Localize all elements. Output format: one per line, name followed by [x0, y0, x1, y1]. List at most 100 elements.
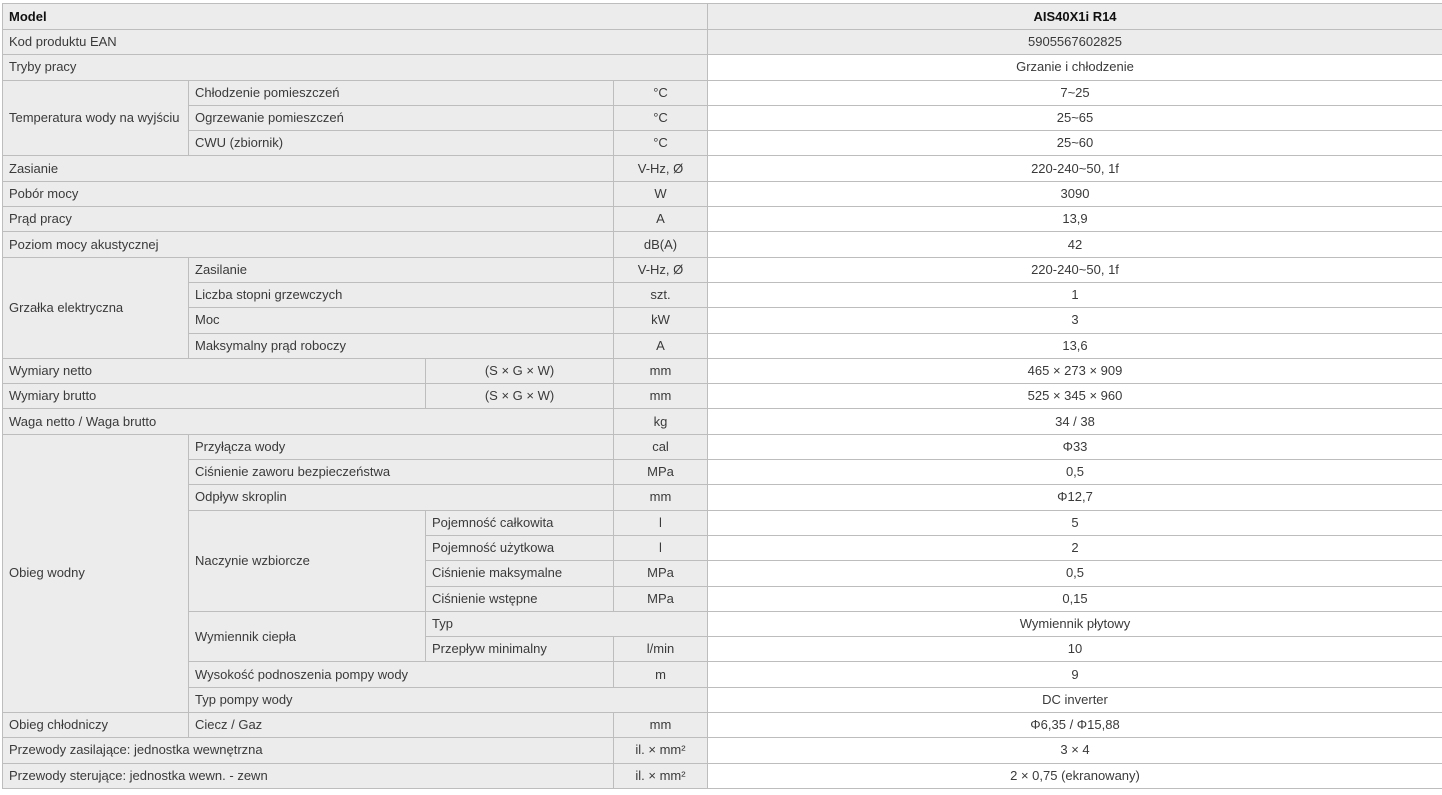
unit-cell: il. × mm²	[613, 737, 708, 764]
row-value: Φ12,7	[707, 484, 1442, 511]
row-label: Odpływ skroplin	[188, 484, 614, 511]
unit-cell: W	[613, 180, 708, 208]
unit-cell: il. × mm²	[613, 762, 708, 789]
row-label: Przewody sterujące: jednostka wewn. - ze…	[2, 762, 614, 789]
group-label: Obieg wodny	[2, 433, 189, 714]
row-label: Prąd pracy	[2, 206, 614, 233]
table-row: Waga netto / Waga brutto kg 34 / 38	[2, 408, 1442, 435]
row-value: 5	[707, 509, 1442, 536]
row-label: Poziom mocy akustycznej	[2, 231, 614, 258]
table-row: Wymiennik ciepła Typ Wymiennik płytowy	[3, 610, 1442, 663]
row-label: Wymiary netto	[2, 357, 426, 385]
row-value: 3	[707, 307, 1442, 334]
header-label: Model	[2, 3, 708, 30]
table-row: Maksymalny prąd roboczy A 13,6	[3, 332, 1442, 359]
row-label: Ciśnienie wstępne	[425, 585, 614, 612]
sub-label: (S × G × W)	[425, 357, 614, 385]
row-label: Ciśnienie zaworu bezpieczeństwa	[188, 459, 614, 486]
table-row: Ciśnienie zaworu bezpieczeństwa MPa 0,5	[3, 459, 1442, 486]
row-label: Przyłącza wody	[188, 433, 614, 461]
row-label: Waga netto / Waga brutto	[2, 408, 614, 435]
row-value: 220-240~50, 1f	[707, 155, 1442, 182]
row-label: Zasianie	[2, 155, 614, 182]
row-label: Pojemność całkowita	[425, 509, 614, 536]
row-value: DC inverter	[707, 686, 1442, 714]
table-row: Moc kW 3	[3, 307, 1442, 334]
unit-cell: MPa	[613, 560, 708, 587]
row-label: Moc	[188, 307, 614, 334]
group-label: Grzałka elektryczna	[2, 256, 189, 359]
row-label: Zasilanie	[188, 256, 614, 283]
row-value: 10	[707, 636, 1442, 663]
row-value: 3 × 4	[707, 737, 1442, 764]
unit-cell: mm	[613, 383, 708, 410]
table-row: Zasianie V-Hz, Ø 220-240~50, 1f	[2, 155, 1442, 182]
row-label: Ciśnienie maksymalne	[425, 560, 614, 587]
row-value: 13,9	[707, 206, 1442, 233]
row-value: 9	[707, 661, 1442, 688]
row-value: 220-240~50, 1f	[707, 256, 1442, 283]
unit-cell: dB(A)	[613, 231, 708, 258]
row-value: 2 × 0,75 (ekranowany)	[707, 762, 1442, 789]
row-label: Przewody zasilające: jednostka wewnętrzn…	[2, 737, 614, 764]
row-value: 3090	[707, 180, 1442, 208]
unit-cell: °C	[613, 79, 708, 106]
row-value: 0,5	[707, 560, 1442, 587]
unit-cell: MPa	[613, 585, 708, 612]
table-row: Kod produktu EAN 5905567602825	[2, 28, 1442, 56]
unit-cell: kW	[613, 307, 708, 334]
row-label: CWU (zbiornik)	[188, 130, 614, 157]
model-name: AIS40X1i R14	[707, 3, 1442, 30]
row-value: 525 × 345 × 960	[707, 383, 1442, 410]
table-row: CWU (zbiornik) °C 25~60	[3, 130, 1442, 157]
row-label: Chłodzenie pomieszczeń	[188, 79, 614, 106]
unit-cell: l	[613, 534, 708, 562]
table-row: Grzałka elektryczna Zasilanie V-Hz, Ø 22…	[2, 256, 1442, 359]
table-row: Wymiary netto (S × G × W) mm 465 × 273 ×…	[2, 357, 1442, 385]
table-row: Przewody zasilające: jednostka wewnętrzn…	[2, 737, 1442, 764]
group-label: Temperatura wody na wyjściu	[2, 79, 189, 157]
table-row: Naczynie wzbiorcze Pojemność całkowita l…	[3, 509, 1442, 612]
table-row: Ogrzewanie pomieszczeń °C 25~65	[3, 104, 1442, 132]
table-row: Model AIS40X1i R14	[2, 3, 1442, 30]
table-row: Obieg wodny Przyłącza wody cal Φ33	[2, 433, 1442, 714]
row-value: 42	[707, 231, 1442, 258]
row-label: Pobór mocy	[2, 180, 614, 208]
row-value: 465 × 273 × 909	[707, 357, 1442, 385]
unit-cell: mm	[613, 712, 708, 739]
table-row: Wymiary brutto (S × G × W) mm 525 × 345 …	[2, 383, 1442, 410]
subgroup-label: Naczynie wzbiorcze	[188, 509, 426, 612]
row-value: 34 / 38	[707, 408, 1442, 435]
row-label: Przepływ minimalny	[425, 636, 614, 663]
subgroup-label: Wymiennik ciepła	[188, 610, 426, 663]
row-label: Kod produktu EAN	[2, 28, 708, 56]
table-row: Poziom mocy akustycznej dB(A) 42	[2, 231, 1442, 258]
table-row: Tryby pracy Grzanie i chłodzenie	[2, 54, 1442, 81]
unit-cell: °C	[613, 104, 708, 132]
sub-label: (S × G × W)	[425, 383, 614, 410]
row-label: Maksymalny prąd roboczy	[188, 332, 614, 359]
row-value: 5905567602825	[707, 28, 1442, 56]
table-row: Obieg chłodniczy Ciecz / Gaz mm Φ6,35 / …	[2, 712, 1442, 739]
unit-cell: V-Hz, Ø	[613, 256, 708, 283]
table-row: Typ pompy wody DC inverter	[3, 686, 1442, 714]
row-value: 0,5	[707, 459, 1442, 486]
table-row: Pobór mocy W 3090	[2, 180, 1442, 208]
row-value: 7~25	[707, 79, 1442, 106]
row-value: 25~65	[707, 104, 1442, 132]
unit-cell: szt.	[613, 281, 708, 309]
table-row: Temperatura wody na wyjściu Chłodzenie p…	[2, 79, 1442, 157]
row-label: Typ pompy wody	[188, 686, 708, 714]
row-label: Tryby pracy	[2, 54, 708, 81]
row-value: 13,6	[707, 332, 1442, 359]
table-row: Liczba stopni grzewczych szt. 1	[3, 281, 1442, 309]
row-label: Liczba stopni grzewczych	[188, 281, 614, 309]
unit-cell: cal	[613, 433, 708, 461]
unit-cell: °C	[613, 130, 708, 157]
unit-cell: mm	[613, 484, 708, 511]
row-value: 1	[707, 281, 1442, 309]
row-label: Wysokość podnoszenia pompy wody	[188, 661, 614, 688]
spec-table: Model AIS40X1i R14 Kod produktu EAN 5905…	[2, 3, 1442, 789]
row-label: Ogrzewanie pomieszczeń	[188, 104, 614, 132]
unit-cell: l/min	[613, 636, 708, 663]
